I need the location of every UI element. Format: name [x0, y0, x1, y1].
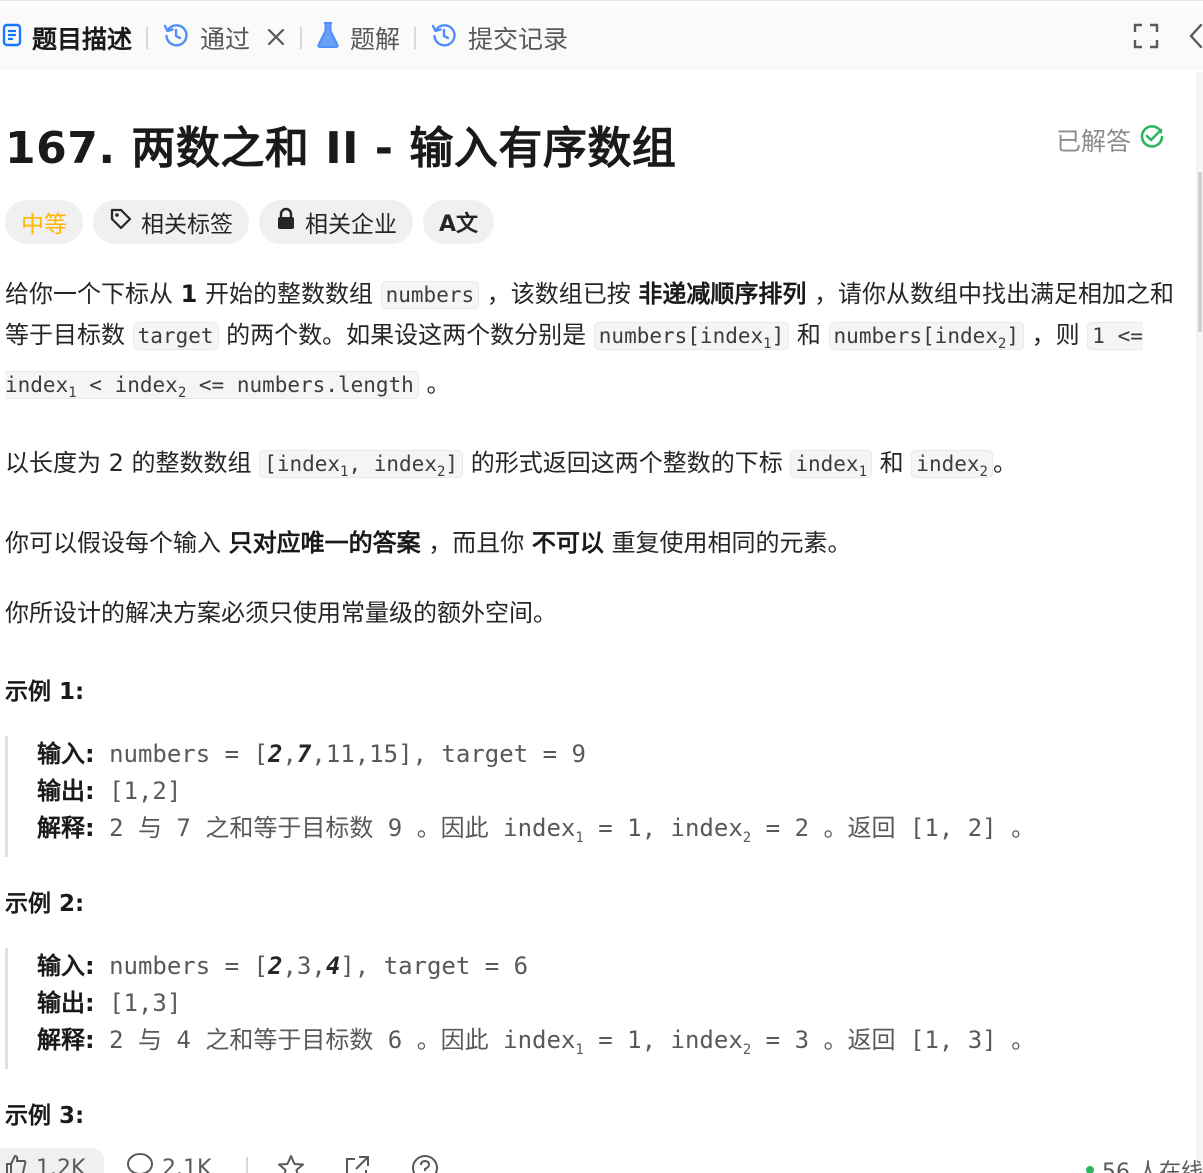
solved-label: 已解答 — [1055, 127, 1131, 156]
tab-accepted[interactable]: 通过 — [148, 6, 300, 70]
tab-label: 题目描述 — [32, 25, 133, 54]
tab-label: 题解 — [350, 25, 401, 54]
scrollbar-thumb[interactable] — [1198, 172, 1202, 332]
scrollbar[interactable] — [1196, 72, 1203, 1173]
check-circle-icon — [1139, 124, 1165, 156]
related-topics-button[interactable]: 相关标签 — [93, 200, 249, 244]
bottom-divider — [246, 1148, 248, 1173]
comment-icon — [126, 1152, 154, 1173]
problem-statement: 给你一个下标从 1 开始的整数数组 numbers ，该数组已按 非递减顺序排列… — [5, 274, 1175, 663]
paragraph: 你可以假设每个输入 只对应唯一的答案 ，而且你 不可以 重复使用相同的元素。 — [5, 528, 852, 557]
problem-description-panel: 167. 两数之和 II - 输入有序数组 已解答 中等 相关标签 相关企业 A… — [0, 72, 1196, 1173]
like-count-text: 1.2K — [36, 1155, 86, 1173]
bottom-action-bar: 1.2K 2.1K 56 人在线 — [0, 1148, 1203, 1173]
example-title: 示例 1: — [5, 679, 85, 705]
tab-bar: 题目描述 通过 题解 提交记录 — [0, 6, 1203, 70]
paragraph: 给你一个下标从 1 开始的整数数组 numbers ，该数组已按 非递减顺序排列… — [5, 280, 1175, 402]
example-input: 输入: numbers = [2,3,4], target = 6 — [37, 952, 529, 980]
example-block: 输入: numbers = [2,3,4], target = 6 输出: [1… — [5, 948, 1155, 1069]
example-explanation: 解释: 2 与 7 之和等于目标数 9 。因此 index1 = 1, inde… — [37, 814, 1036, 846]
translate-icon: A文 — [439, 212, 479, 237]
help-icon[interactable] — [410, 1148, 440, 1173]
online-count: 56 人在线 — [1086, 1154, 1203, 1173]
comment-count-text: 2.1K — [162, 1155, 212, 1173]
doc-icon — [2, 23, 22, 53]
tab-label: 提交记录 — [468, 25, 569, 54]
tag-icon — [109, 207, 133, 237]
related-companies-button[interactable]: 相关企业 — [259, 200, 413, 244]
tag-label: 相关企业 — [305, 212, 397, 238]
chevron-left-icon[interactable] — [1187, 23, 1203, 53]
solved-status: 已解答 — [1056, 122, 1165, 158]
difficulty-badge: 中等 — [5, 200, 83, 244]
example-title: 示例 2: — [5, 891, 85, 917]
tab-submissions[interactable]: 提交记录 — [416, 6, 582, 70]
tab-label: 通过 — [200, 25, 251, 54]
problem-tags: 中等 相关标签 相关企业 A文 — [5, 200, 495, 244]
flask-icon — [316, 21, 340, 55]
example-title: 示例 3: — [5, 1103, 85, 1129]
close-icon[interactable] — [266, 24, 286, 53]
problem-title[interactable]: 167. 两数之和 II - 输入有序数组 — [5, 112, 1185, 176]
history-icon — [430, 21, 458, 55]
title-row: 167. 两数之和 II - 输入有序数组 已解答 — [5, 112, 1185, 174]
example-explanation: 解释: 2 与 4 之和等于目标数 6 。因此 index1 = 1, inde… — [37, 1026, 1036, 1058]
example-output: 输出: [1,2] — [37, 777, 182, 805]
thumbs-up-icon — [4, 1153, 28, 1173]
tag-label: 相关标签 — [141, 212, 233, 238]
lock-icon — [275, 207, 297, 237]
fullscreen-icon[interactable] — [1133, 23, 1159, 53]
tab-description[interactable]: 题目描述 — [0, 6, 146, 70]
example-output: 输出: [1,3] — [37, 989, 182, 1017]
like-count[interactable]: 1.2K — [4, 1148, 85, 1173]
example-block: 输入: numbers = [2,7,11,15], target = 9 输出… — [5, 736, 1155, 857]
online-count-text: 56 人在线 — [1102, 1160, 1203, 1173]
comment-count[interactable]: 2.1K — [126, 1148, 211, 1173]
online-dot — [1086, 1166, 1094, 1173]
tab-solutions[interactable]: 题解 — [302, 6, 414, 70]
share-icon[interactable] — [342, 1148, 372, 1173]
paragraph: 你所设计的解决方案必须只使用常量级的额外空间。 — [5, 598, 557, 627]
star-icon[interactable] — [276, 1148, 306, 1173]
example-input: 输入: numbers = [2,7,11,15], target = 9 — [37, 740, 586, 768]
tab-tools — [1133, 6, 1203, 70]
paragraph: 以长度为 2 的整数数组 [index1, index2] 的形式返回这两个整数… — [5, 449, 1017, 481]
translate-button[interactable]: A文 — [423, 200, 495, 244]
history-icon — [162, 21, 190, 55]
